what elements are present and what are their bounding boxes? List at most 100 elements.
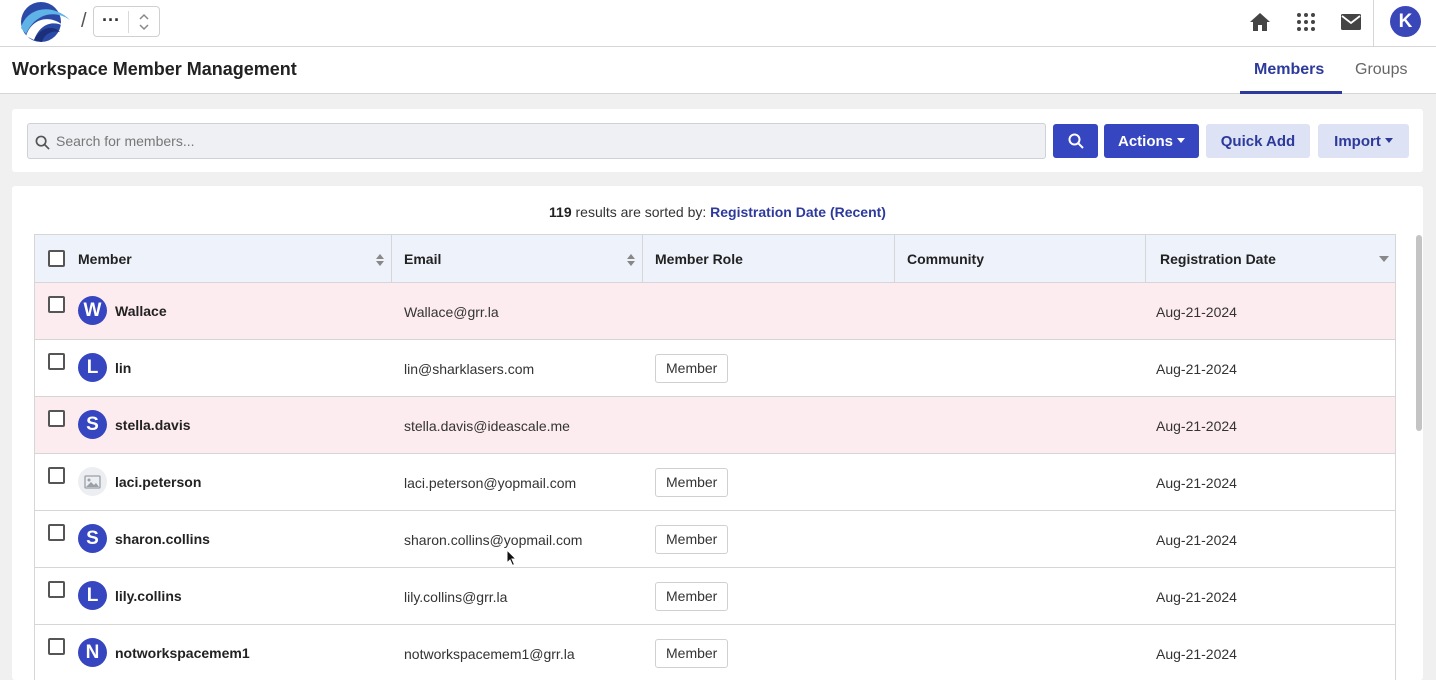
member-name[interactable]: stella.davis	[115, 417, 191, 433]
avatar: L	[78, 353, 107, 382]
sort-icon	[376, 254, 384, 266]
column-header-member[interactable]: Member	[35, 235, 392, 283]
registration-date: Aug-21-2024	[1156, 646, 1237, 662]
search-icon	[35, 135, 50, 150]
page-scrollbar[interactable]	[1416, 235, 1422, 431]
table-row[interactable]: L lily.collins lily.collins@grr.la Membe…	[35, 568, 1395, 625]
member-email: sharon.collins@yopmail.com	[404, 532, 583, 548]
page-title: Workspace Member Management	[12, 59, 297, 79]
role-badge: Member	[655, 525, 729, 554]
home-icon[interactable]	[1248, 10, 1272, 34]
sort-descending-icon	[1379, 256, 1389, 262]
search-icon	[1068, 133, 1084, 149]
caret-down-icon	[1384, 137, 1393, 143]
member-email: Wallace@grr.la	[404, 304, 499, 320]
column-label: Member	[78, 251, 132, 267]
table-row[interactable]: N notworkspacemem1 notworkspacemem1@grr.…	[35, 625, 1395, 680]
registration-date: Aug-21-2024	[1156, 475, 1237, 491]
column-label: Member Role	[655, 251, 743, 267]
row-checkbox[interactable]	[48, 524, 65, 541]
image-placeholder-icon	[84, 475, 101, 489]
search-button[interactable]	[1053, 124, 1098, 158]
registration-date: Aug-21-2024	[1156, 589, 1237, 605]
actions-dropdown-button[interactable]: Actions	[1104, 124, 1199, 158]
sort-key-link[interactable]: Registration Date (Recent)	[710, 204, 886, 220]
row-checkbox[interactable]	[48, 410, 65, 427]
avatar-placeholder	[78, 467, 107, 496]
app-logo-icon[interactable]	[12, 0, 72, 42]
table-row[interactable]: S sharon.collins sharon.collins@yopmail.…	[35, 511, 1395, 568]
column-header-registration-date[interactable]: Registration Date	[1146, 235, 1397, 283]
topbar-divider	[1373, 0, 1374, 47]
import-label: Import	[1334, 132, 1381, 150]
member-email: stella.davis@ideascale.me	[404, 418, 570, 434]
table-row[interactable]: L lin lin@sharklasers.com Member Aug-21-…	[35, 340, 1395, 397]
breadcrumb-separator: /	[81, 10, 87, 32]
member-name[interactable]: sharon.collins	[115, 531, 210, 547]
member-email: laci.peterson@yopmail.com	[404, 475, 577, 491]
member-email: lin@sharklasers.com	[404, 361, 535, 377]
members-table: Member Email Member Role Community Regis…	[34, 234, 1396, 680]
row-checkbox[interactable]	[48, 467, 65, 484]
import-dropdown-button[interactable]: Import	[1318, 124, 1409, 158]
results-count: 119	[549, 204, 572, 220]
more-icon: ···	[102, 10, 120, 30]
avatar: L	[78, 581, 107, 610]
results-summary: 119 results are sorted by: Registration …	[12, 204, 1423, 220]
apps-grid-icon[interactable]	[1294, 10, 1318, 34]
switcher-divider	[128, 11, 129, 33]
avatar: W	[78, 296, 107, 325]
registration-date: Aug-21-2024	[1156, 418, 1237, 434]
member-name[interactable]: lin	[115, 360, 131, 376]
table-row[interactable]: laci.peterson laci.peterson@yopmail.com …	[35, 454, 1395, 511]
registration-date: Aug-21-2024	[1156, 532, 1237, 548]
member-name[interactable]: Wallace	[115, 303, 167, 319]
table-row[interactable]: W Wallace Wallace@grr.la Aug-21-2024	[35, 283, 1395, 340]
column-label: Email	[404, 251, 442, 267]
column-header-role: Member Role	[643, 235, 895, 283]
column-label: Community	[907, 251, 984, 267]
row-checkbox[interactable]	[48, 296, 65, 313]
row-checkbox[interactable]	[48, 638, 65, 655]
chevron-updown-icon	[139, 13, 149, 31]
caret-down-icon	[1177, 137, 1185, 143]
results-text: results are sorted by:	[571, 204, 711, 220]
member-email: lily.collins@grr.la	[404, 589, 508, 605]
role-badge: Member	[655, 582, 729, 611]
quick-add-button[interactable]: Quick Add	[1206, 124, 1310, 158]
member-name[interactable]: laci.peterson	[115, 474, 201, 490]
registration-date: Aug-21-2024	[1156, 304, 1237, 320]
registration-date: Aug-21-2024	[1156, 361, 1237, 377]
page-header: Workspace Member Management Members Grou…	[0, 47, 1436, 94]
results-panel: 119 results are sorted by: Registration …	[12, 186, 1423, 680]
row-checkbox[interactable]	[48, 353, 65, 370]
sort-icon	[627, 254, 635, 266]
search-input[interactable]	[56, 124, 1036, 158]
search-panel: Actions Quick Add Import	[12, 109, 1423, 172]
member-email: notworkspacemem1@grr.la	[404, 646, 575, 662]
member-name[interactable]: lily.collins	[115, 588, 182, 604]
role-badge: Member	[655, 468, 729, 497]
actions-label: Actions	[1117, 132, 1173, 150]
table-row[interactable]: S stella.davis stella.davis@ideascale.me…	[35, 397, 1395, 454]
top-bar: / ··· K	[0, 0, 1436, 47]
avatar: S	[78, 410, 107, 439]
search-field	[27, 123, 1046, 159]
role-badge: Member	[655, 639, 729, 668]
avatar: N	[78, 638, 107, 667]
user-avatar[interactable]: K	[1390, 6, 1421, 37]
breadcrumb-switcher[interactable]: ···	[93, 6, 160, 37]
avatar: S	[78, 524, 107, 553]
table-header: Member Email Member Role Community Regis…	[35, 235, 1395, 283]
mail-icon[interactable]	[1339, 10, 1363, 34]
row-checkbox[interactable]	[48, 581, 65, 598]
tab-members[interactable]: Members	[1254, 61, 1324, 79]
active-tab-indicator	[1240, 91, 1342, 94]
column-header-community: Community	[895, 235, 1146, 283]
member-name[interactable]: notworkspacemem1	[115, 645, 250, 661]
tab-groups[interactable]: Groups	[1355, 61, 1407, 79]
mouse-cursor-icon	[506, 549, 518, 567]
column-label: Registration Date	[1160, 251, 1276, 267]
role-badge: Member	[655, 354, 729, 383]
column-header-email[interactable]: Email	[392, 235, 643, 283]
